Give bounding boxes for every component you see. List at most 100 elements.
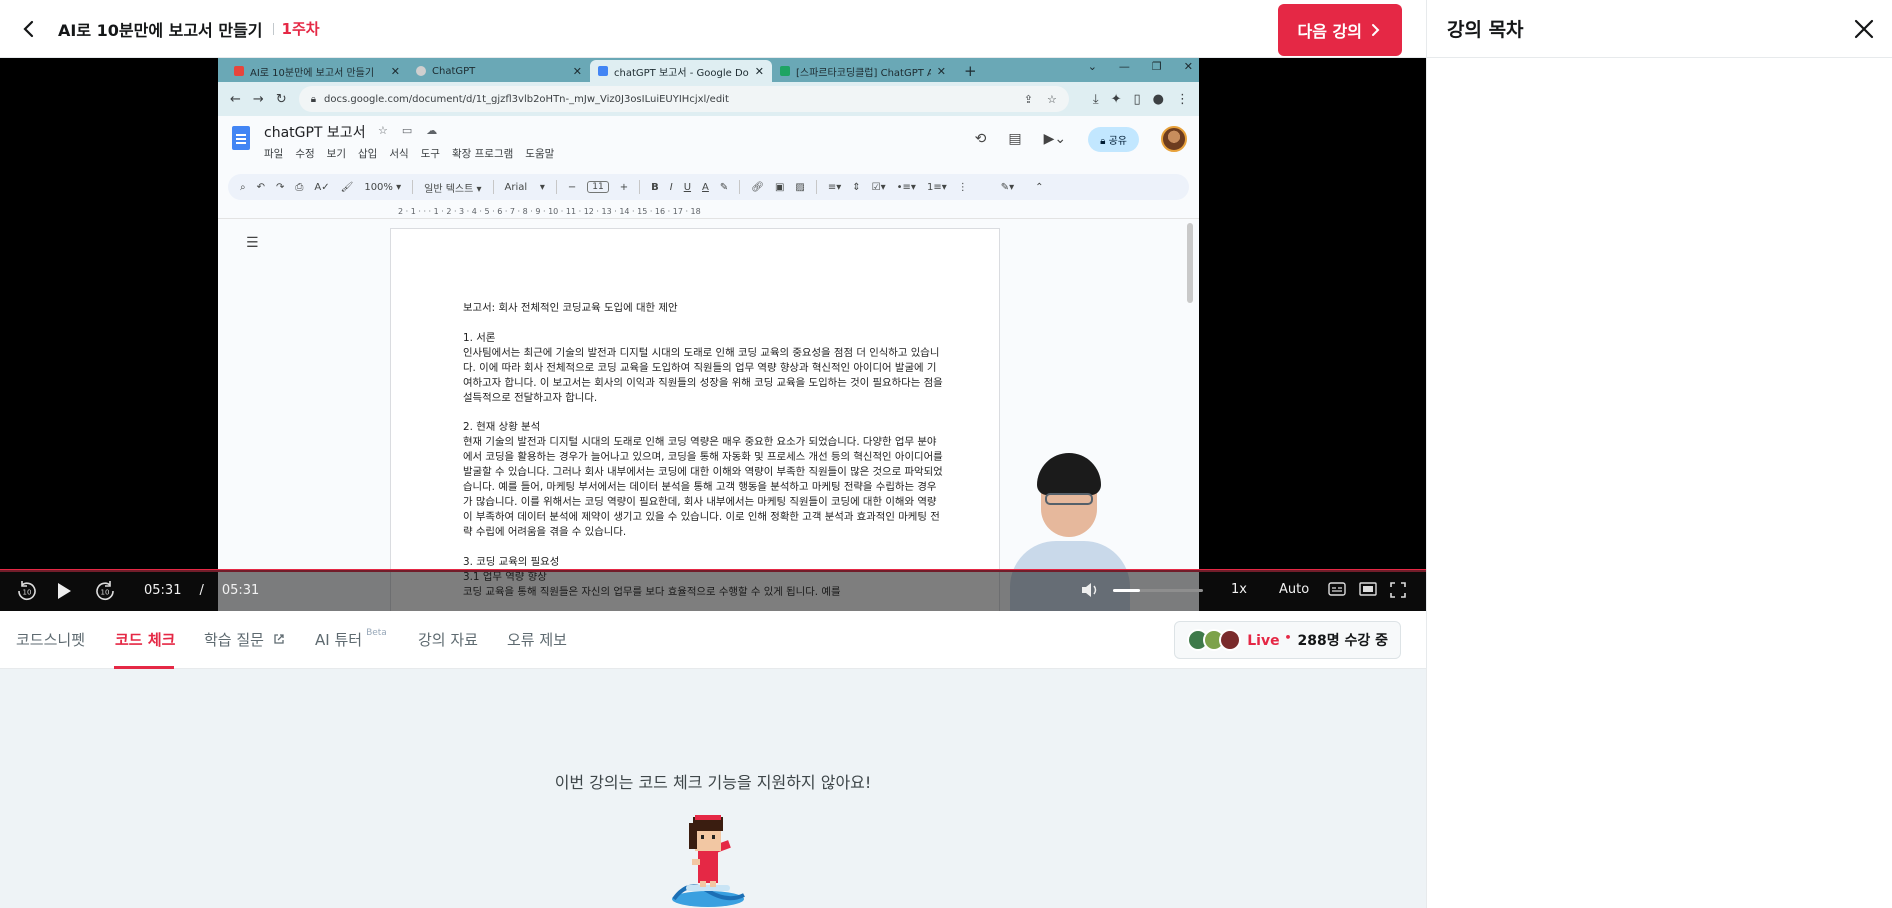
chevron-right-icon — [1372, 24, 1380, 36]
play-icon — [58, 582, 71, 599]
curriculum-panel: 강의 목차 — [1426, 0, 1892, 908]
live-label: Live • — [1247, 631, 1292, 649]
playback-speed-button[interactable]: 1x — [1231, 582, 1247, 597]
collapse-icon: ⌃ — [1035, 181, 1044, 193]
italic-icon: I — [669, 181, 673, 193]
browser-tab-label: chatGPT 보고서 - Google Docs — [614, 67, 749, 79]
avatar — [1161, 126, 1187, 152]
close-icon[interactable] — [1850, 15, 1878, 43]
live-viewers-badge: Live • 288명 수강 중 — [1174, 621, 1401, 659]
unsupported-notice: 이번 강의는 코드 체크 기능을 지원하지 않아요! — [554, 773, 872, 792]
docs-logo-icon — [232, 126, 250, 150]
zoom-select: 100% ▾ — [364, 181, 402, 193]
underline-icon: U — [683, 181, 692, 193]
docs-header: chatGPT 보고서 ☆ ▭ ☁ 파일 수정 보기 삽입 서식 도구 확장 프… — [218, 116, 1199, 170]
tab-content-panel: 이번 강의는 코드 체크 기능을 지원하지 않아요! — [0, 669, 1426, 908]
doc-paragraph: 보고서: 회사 전체적인 코딩교육 도입에 대한 제안 — [463, 302, 678, 314]
next-lecture-button[interactable]: 다음 강의 — [1277, 4, 1402, 56]
captions-button[interactable] — [1328, 582, 1346, 596]
avatar — [1219, 629, 1242, 651]
search-icon: ⌕ — [240, 181, 246, 193]
align-icon: ≡▾ — [827, 181, 842, 193]
tab-questions-label: 학습 질문 — [204, 631, 264, 649]
play-button[interactable] — [56, 582, 72, 600]
tab-materials[interactable]: 강의 자료 — [418, 629, 478, 650]
toolbar-divider — [739, 180, 741, 194]
print-icon: ⎙ — [295, 181, 304, 193]
docs-scrollbar — [1187, 223, 1193, 303]
toolbar-divider — [492, 180, 494, 194]
url-text: docs.google.com/document/d/1t_gjzfl3vlb2… — [324, 93, 729, 105]
meet-icon: ▶︎⌄ — [1043, 131, 1067, 147]
menu-item: 서식 — [389, 148, 409, 160]
theater-mode-button[interactable] — [1359, 582, 1377, 596]
window-controls: ⌄ — ❐ ✕ — [1088, 60, 1193, 73]
numbered-list-icon: 1≡▾ — [926, 181, 947, 193]
download-icon: ⤓ — [1092, 91, 1099, 107]
bold-icon: B — [651, 181, 659, 193]
tab-questions[interactable]: 학습 질문 — [204, 629, 285, 650]
tab-code-check[interactable]: 코드 체크 — [115, 629, 175, 650]
tab-ai-tutor[interactable]: AI 튜터 Beta — [315, 628, 387, 650]
tab-code-snippet[interactable]: 코드스니펫 — [16, 629, 85, 650]
menu-item: 보기 — [326, 148, 346, 160]
tab-report-error[interactable]: 오류 제보 — [507, 629, 567, 650]
font-size-field: 11 — [587, 181, 609, 193]
browser-tab-active: chatGPT 보고서 - Google Docs ✕ — [590, 60, 772, 82]
menu-item: 수정 — [295, 148, 315, 160]
video-player[interactable]: AI로 10분만에 보고서 만들기 ✕ ChatGPT ✕ chatGPT 보고… — [0, 58, 1426, 611]
maximize-icon: ❐ — [1151, 60, 1162, 73]
new-tab-icon: + — [964, 62, 977, 80]
curriculum-title: 강의 목차 — [1447, 19, 1524, 41]
chevron-down-icon: ⌄ — [1087, 60, 1097, 73]
font-select: Arial ▾ — [504, 181, 545, 193]
toolbar-divider — [555, 180, 557, 194]
outline-icon: ☰ — [246, 235, 259, 251]
share-label: 공유 — [1108, 135, 1127, 147]
menu-item: 도구 — [420, 148, 440, 160]
beta-badge: Beta — [366, 628, 387, 638]
course-title: AI로 10분만에 보고서 만들기 — [58, 20, 263, 40]
volume-level — [1113, 589, 1140, 592]
folder-icon: ▭ — [401, 124, 413, 137]
rewind-10-icon: 10 — [18, 580, 36, 600]
address-bar: 🔒︎ docs.google.com/document/d/1t_gjzfl3v… — [298, 86, 1069, 112]
toolbar-divider — [412, 180, 414, 194]
extensions-icon: ✦ — [1110, 91, 1122, 107]
undo-icon: ↶ — [256, 181, 265, 193]
history-icon: ⟲ — [974, 131, 987, 147]
viewer-count: 288명 수강 중 — [1297, 633, 1389, 649]
quality-button[interactable]: Auto — [1279, 582, 1309, 597]
doc-page: 보고서: 회사 전체적인 코딩교육 도입에 대한 제안 1. 서론 인사팀에서는… — [390, 228, 1000, 611]
close-icon: ✕ — [936, 64, 946, 78]
docs-header-actions: ⟲ ▤ ▶︎⌄ 🔒︎ 공유 — [975, 126, 1187, 152]
docs-favicon-icon — [598, 66, 608, 76]
rewind-10-button[interactable]: 10 — [16, 580, 38, 602]
volume-slider[interactable] — [1113, 589, 1203, 592]
profile-icon: ● — [1152, 91, 1164, 107]
style-select: 일반 텍스트 ▾ — [424, 183, 482, 195]
svg-text:10: 10 — [23, 588, 32, 596]
lecture-header: AI로 10분만에 보고서 만들기 1주차 다음 강의 — [0, 0, 1426, 58]
tab-ai-tutor-label: AI 튜터 — [315, 631, 363, 649]
back-button[interactable] — [0, 0, 58, 58]
volume-icon — [1082, 583, 1097, 597]
doc-paragraph: 1. 서론 인사팀에서는 최근에 기술의 발전과 디지털 시대의 도래로 인해 … — [463, 331, 943, 404]
fullscreen-button[interactable] — [1390, 582, 1406, 598]
share-icon: ⇪ — [1023, 92, 1033, 106]
star-icon: ☆ — [378, 124, 388, 137]
next-lecture-label: 다음 강의 — [1297, 22, 1362, 41]
volume-button[interactable] — [1080, 581, 1100, 599]
highlight-icon: ✎ — [719, 181, 729, 193]
text-color-icon: A — [702, 181, 709, 193]
red-favicon-icon — [234, 66, 244, 76]
image-icon: ▨ — [795, 181, 805, 193]
forward-10-button[interactable]: 10 — [94, 580, 116, 602]
docs-title-icons: ☆ ▭ ☁ — [378, 124, 437, 137]
player-controls: 10 10 05:31 / 05:31 1x Auto — [0, 570, 1426, 611]
more-icon: ⋮ — [957, 181, 968, 193]
browser-tab-label: ChatGPT — [432, 65, 476, 77]
title-divider — [272, 22, 274, 35]
checklist-icon: ☑▾ — [871, 181, 886, 193]
minimize-icon: — — [1118, 60, 1130, 73]
